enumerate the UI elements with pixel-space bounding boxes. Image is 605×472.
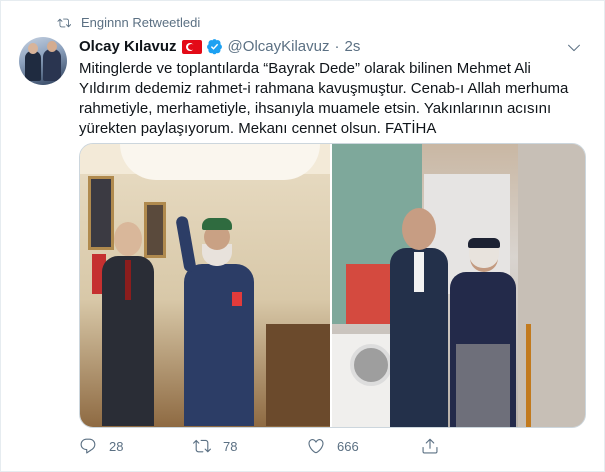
timestamp[interactable]: 2s [344, 38, 360, 55]
turkish-flag-icon [181, 39, 202, 54]
verified-badge-icon [206, 39, 222, 55]
retweet-context[interactable]: Enginnn Retweetledi [57, 15, 200, 30]
like-count: 666 [337, 438, 359, 454]
like-icon [308, 439, 324, 454]
like-button[interactable]: 666 [307, 437, 421, 455]
tweet-header: Olcay Kılavuz @OlcayKilavuz · 2s [79, 38, 360, 55]
reply-icon [80, 438, 96, 454]
avatar[interactable] [19, 37, 67, 85]
retweet-icon [193, 439, 211, 453]
retweet-count: 78 [223, 438, 238, 454]
retweet-icon [57, 18, 71, 27]
tweet-actions: 28 78 666 [79, 437, 539, 455]
photo-office[interactable] [80, 144, 332, 427]
tweet-card[interactable]: Enginnn Retweetledi Olcay Kılavuz @Olcay… [0, 0, 605, 472]
author-name[interactable]: Olcay Kılavuz [79, 38, 177, 55]
separator-dot: · [334, 38, 340, 55]
retweet-text: Enginnn Retweetledi [81, 15, 201, 30]
author-handle[interactable]: @OlcayKilavuz [228, 38, 330, 55]
tweet-text: Mitinglerde ve toplantılarda “Bayrak Ded… [79, 60, 569, 137]
retweet-button[interactable]: 78 [193, 437, 307, 455]
photo-street[interactable] [332, 144, 585, 427]
share-button[interactable] [421, 437, 535, 455]
share-icon [422, 438, 438, 454]
reply-button[interactable]: 28 [79, 437, 193, 455]
chevron-down-icon[interactable] [566, 39, 582, 55]
media-grid[interactable] [79, 143, 586, 428]
reply-count: 28 [109, 438, 124, 454]
